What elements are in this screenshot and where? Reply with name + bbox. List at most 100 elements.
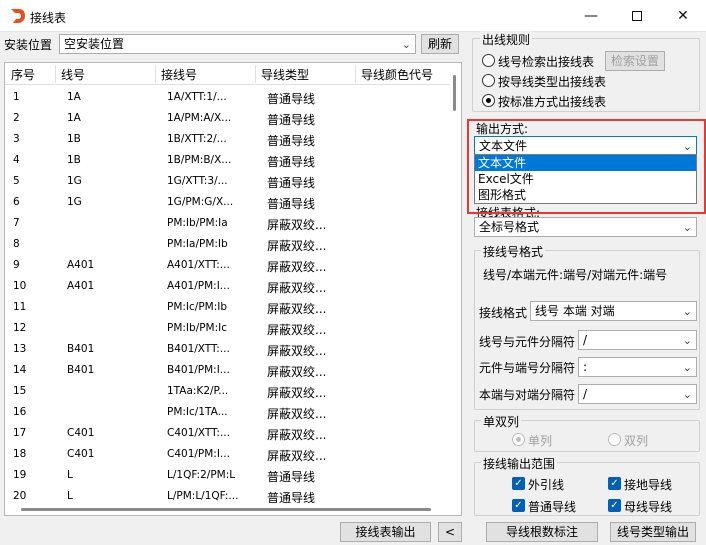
wire-component-separator-select[interactable]: / ⌄ (578, 330, 697, 350)
rule-option-radio[interactable] (482, 74, 495, 87)
single-column-label[interactable]: 单列 (528, 432, 552, 449)
cell-wire-type: 屏蔽双绞... (267, 428, 327, 442)
chevron-down-icon: ⌄ (682, 334, 692, 347)
cell-connection-no: C401/XTT:... (167, 427, 230, 439)
cell-index: 10 (13, 280, 27, 292)
scroll-thumb[interactable] (453, 75, 456, 111)
title-bar: 接线表 — ✕ (0, 0, 706, 32)
table-row[interactable]: 3 1B 1B/XTT:2/... 普通导线 (5, 129, 450, 150)
double-column-radio[interactable] (608, 433, 621, 446)
wire-type-export-button[interactable]: 线号类型输出 (610, 522, 696, 542)
minimize-button[interactable]: — (568, 0, 614, 32)
cell-connection-no: B401/PM:I... (167, 364, 230, 376)
wire-count-label-button[interactable]: 导线根数标注 (486, 522, 598, 542)
table-row[interactable]: 6 1G 1G/PM:G/X... 普通导线 (5, 192, 450, 213)
scroll-thumb[interactable] (21, 508, 431, 511)
table-row[interactable]: 10 A401 A401/PM:I... 屏蔽双绞... (5, 276, 450, 297)
cell-index: 16 (13, 406, 27, 418)
cell-index: 7 (13, 217, 20, 229)
close-button[interactable]: ✕ (660, 0, 706, 32)
cell-wire-no: 1G (67, 196, 82, 208)
rule-option-radio[interactable] (482, 94, 495, 107)
table-row[interactable]: 4 1B 1B/PM:B/X... 普通导线 (5, 150, 450, 171)
header-wire-type[interactable]: 导线类型 (261, 66, 309, 83)
app-logo-icon (11, 9, 25, 23)
cell-index: 17 (13, 427, 27, 439)
table-row[interactable]: 17 C401 C401/XTT:... 屏蔽双绞... (5, 423, 450, 444)
table-row[interactable]: 16 PM:Ic/1TA... 屏蔽双绞... (5, 402, 450, 423)
cell-index: 3 (13, 133, 20, 145)
table-row[interactable]: 13 B401 B401/XTT:... 屏蔽双绞... (5, 339, 450, 360)
table-row[interactable]: 8 PM:Ia/PM:Ib 屏蔽双绞... (5, 234, 450, 255)
range-item-label[interactable]: 接地导线 (624, 476, 672, 493)
table-row[interactable]: 18 C401 C401/PM:I... 屏蔽双绞... (5, 444, 450, 465)
component-terminal-separator-select[interactable]: : ⌄ (578, 357, 697, 377)
cell-wire-no: B401 (67, 343, 95, 355)
cell-index: 2 (13, 112, 20, 124)
location-value: 空安装位置 (64, 37, 125, 51)
location-select[interactable]: 空安装位置 ⌄ (59, 34, 416, 54)
header-wire-color[interactable]: 导线颜色代号 (361, 66, 433, 83)
cell-index: 14 (13, 364, 27, 376)
rule-option-radio[interactable] (482, 54, 495, 67)
checkbox-checked-icon[interactable]: ✓ (608, 477, 621, 490)
cell-index: 13 (13, 343, 27, 355)
table-row[interactable]: 15 1TAa:K2/P... 屏蔽双绞... (5, 381, 450, 402)
table-format-select[interactable]: 全标号格式 ⌄ (474, 217, 697, 237)
cell-connection-no: PM:Ic/1TA... (167, 406, 228, 418)
single-column-radio[interactable] (512, 433, 525, 446)
table-row[interactable]: 2 1A 1A/PM:A/X... 普通导线 (5, 108, 450, 129)
cell-wire-type: 屏蔽双绞... (267, 302, 327, 316)
cell-index: 20 (13, 490, 27, 502)
header-wire-no[interactable]: 线号 (61, 66, 85, 83)
table-row[interactable]: 11 PM:Ic/PM:Ib 屏蔽双绞... (5, 297, 450, 318)
table-row[interactable]: 19 L L/1QF:2/PM:L 普通导线 (5, 465, 450, 486)
checkbox-checked-icon[interactable]: ✓ (608, 499, 621, 512)
rule-option-label[interactable]: 按标准方式出接线表 (498, 93, 606, 110)
range-item-label[interactable]: 外引线 (528, 476, 564, 493)
checkbox-checked-icon[interactable]: ✓ (512, 499, 525, 512)
header-index[interactable]: 序号 (11, 66, 35, 83)
cell-wire-no: C401 (67, 427, 95, 439)
cell-index: 12 (13, 322, 27, 334)
table-row[interactable]: 1 1A 1A/XTT:1/... 普通导线 (5, 87, 450, 108)
horizontal-scrollbar[interactable] (5, 503, 461, 515)
rule-option-label[interactable]: 线号检索出接线表 (498, 53, 594, 70)
cell-index: 15 (13, 385, 27, 397)
vertical-scrollbar[interactable] (450, 63, 461, 503)
search-settings-button[interactable]: 检索设置 (605, 51, 665, 71)
cell-connection-no: PM:Ic/PM:Ib (167, 301, 228, 313)
cell-wire-no: B401 (67, 364, 95, 376)
cell-connection-no: B401/XTT:... (167, 343, 230, 355)
local-remote-separator-select[interactable]: / ⌄ (578, 384, 697, 404)
cell-index: 6 (13, 196, 20, 208)
header-divider (155, 65, 156, 83)
table-row[interactable]: 14 B401 B401/PM:I... 屏蔽双绞... (5, 360, 450, 381)
double-column-label[interactable]: 双列 (624, 432, 648, 449)
checkbox-checked-icon[interactable]: ✓ (512, 477, 525, 490)
table-row[interactable]: 9 A401 A401/XTT:... 屏蔽双绞... (5, 255, 450, 276)
cell-connection-no: PM:Ib/PM:Ic (167, 322, 228, 334)
cell-connection-no: 1B/XTT:2/... (167, 133, 227, 145)
table-row[interactable]: 5 1G 1G/XTT:3/... 普通导线 (5, 171, 450, 192)
export-table-button[interactable]: 接线表输出 (340, 522, 431, 542)
header-connection-no[interactable]: 接线号 (161, 66, 197, 83)
field-value: / (583, 333, 588, 347)
field-value: / (583, 387, 588, 401)
wire-format-select[interactable]: 线号 本端 对端 ⌄ (530, 301, 697, 321)
table-format-value: 全标号格式 (479, 220, 540, 234)
rule-option-label[interactable]: 按导线类型出接线表 (498, 73, 606, 90)
refresh-button[interactable]: 刷新 (421, 34, 459, 54)
cell-connection-no: 1G/PM:G/X... (167, 196, 234, 208)
cell-connection-no: 1A/XTT:1/... (167, 91, 227, 103)
table-row[interactable]: 12 PM:Ib/PM:Ic 屏蔽双绞... (5, 318, 450, 339)
range-item-label[interactable]: 母线导线 (624, 498, 672, 515)
range-item-label[interactable]: 普通导线 (528, 498, 576, 515)
cell-wire-type: 普通导线 (267, 92, 316, 106)
table-row[interactable]: 7 PM:Ib/PM:Ia 屏蔽双绞... (5, 213, 450, 234)
maximize-button[interactable] (614, 0, 660, 32)
cell-connection-no: A401/XTT:... (167, 259, 230, 271)
collapse-button[interactable]: < (438, 522, 462, 542)
wire-table: 序号 线号 接线号 导线类型 导线颜色代号 1 1A 1A/XTT:1/... 普通导… (4, 62, 462, 516)
cell-wire-type: 普通导线 (267, 470, 316, 484)
